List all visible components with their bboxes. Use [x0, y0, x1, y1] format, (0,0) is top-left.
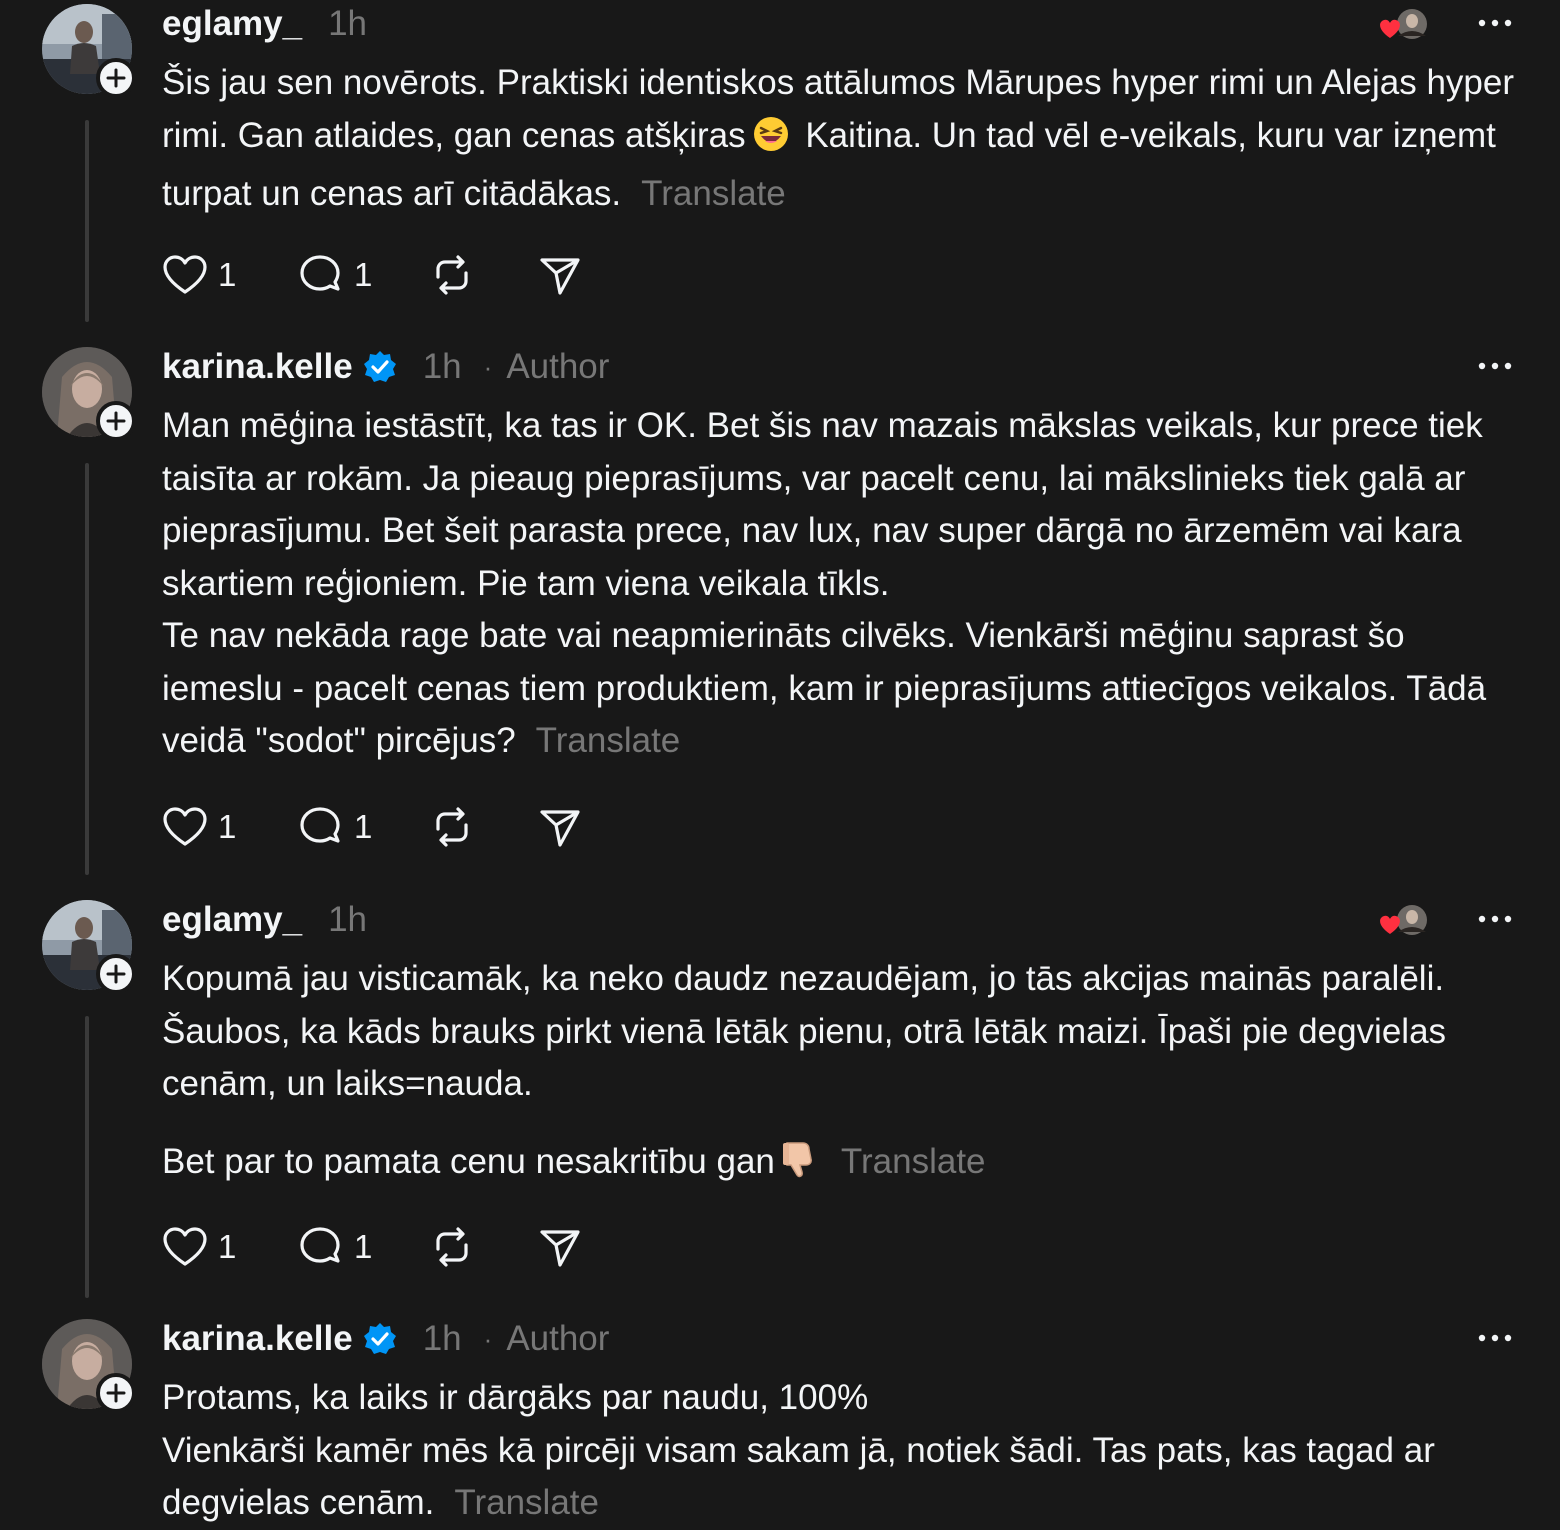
repost-icon: [436, 807, 468, 847]
repost-button[interactable]: [430, 253, 538, 297]
author-label: Author: [506, 347, 610, 386]
verified-badge-icon: [363, 350, 397, 384]
thread-connector-line: [85, 463, 89, 875]
reply-count: 1: [354, 1228, 373, 1265]
heart-icon: [1380, 19, 1400, 38]
more-dots-icon: [1478, 915, 1512, 923]
post-body: Man mēģina iestāstīt, ka tas ir OK. Bet …: [162, 400, 1522, 768]
share-button[interactable]: [538, 805, 582, 849]
heart-icon: [163, 1227, 207, 1266]
translate-link[interactable]: Translate: [454, 1483, 599, 1522]
post-body: Šis jau sen novērots. Praktiski identisk…: [162, 57, 1522, 221]
post-text: Protams, ka laiks ir dārgāks par naudu, …: [162, 1378, 1435, 1522]
post-header: eglamy_ 1h: [162, 896, 367, 944]
timestamp[interactable]: 1h: [328, 900, 367, 940]
timestamp[interactable]: 1h: [328, 4, 367, 44]
comment-bubble-icon: [300, 255, 340, 291]
post-header: eglamy_ 1h: [162, 0, 367, 48]
thread: eglamy_ 1h Šis jau sen novērots. Praktis…: [0, 0, 1560, 1522]
post-body: Kopumā jau visticamāk, ka neko daudz nez…: [162, 953, 1522, 1111]
translate-link[interactable]: Translate: [641, 174, 786, 213]
repost-button[interactable]: [430, 1225, 538, 1269]
reply-count: 1: [354, 808, 373, 845]
repost-icon: [436, 255, 468, 295]
more-options-button[interactable]: [1478, 1323, 1512, 1353]
more-dots-icon: [1478, 362, 1512, 370]
comment-bubble-icon: [300, 807, 340, 843]
reply-button[interactable]: 1: [298, 805, 430, 849]
thumbs-down-emoji: [781, 1139, 815, 1195]
post-actions: 1 1: [162, 802, 582, 852]
timestamp[interactable]: 1h: [423, 1319, 462, 1359]
liked-by-author-indicator: [1376, 902, 1432, 938]
post: karina.kelle 1h · Author Man mēģina iest…: [0, 343, 1560, 883]
post-header: karina.kelle 1h · Author: [162, 1315, 609, 1363]
like-button[interactable]: 1: [162, 254, 298, 296]
plus-icon: [106, 1383, 126, 1403]
avatar-wrap[interactable]: [42, 347, 136, 441]
follow-button[interactable]: [96, 1373, 136, 1413]
post-body: Protams, ka laiks ir dārgāks par naudu, …: [162, 1372, 1522, 1530]
post: eglamy_ 1h Kopumā jau visticamāk, ka nek…: [0, 896, 1560, 1306]
plus-icon: [106, 68, 126, 88]
username[interactable]: karina.kelle: [162, 347, 353, 387]
avatar-wrap[interactable]: [42, 4, 136, 98]
follow-button[interactable]: [96, 401, 136, 441]
liked-by-author-indicator: [1376, 6, 1432, 42]
send-icon: [540, 810, 580, 847]
post-text: Man mēģina iestāstīt, ka tas ir OK. Bet …: [162, 406, 1487, 760]
thread-connector-line: [85, 120, 89, 322]
send-icon: [540, 1230, 580, 1267]
username[interactable]: eglamy_: [162, 4, 302, 44]
more-options-button[interactable]: [1478, 8, 1512, 38]
reply-button[interactable]: 1: [298, 1225, 430, 1269]
separator-dot: ·: [483, 1323, 493, 1354]
like-count: 1: [218, 256, 237, 293]
follow-button[interactable]: [96, 954, 136, 994]
like-count: 1: [218, 808, 237, 845]
avatar-wrap[interactable]: [42, 900, 136, 994]
grinning-squinting-face-emoji: [752, 115, 790, 169]
share-button[interactable]: [538, 1225, 582, 1269]
post: eglamy_ 1h Šis jau sen novērots. Praktis…: [0, 0, 1560, 330]
more-dots-icon: [1478, 1334, 1512, 1342]
post-actions: 1 1: [162, 1222, 582, 1272]
plus-icon: [106, 411, 126, 431]
translate-link[interactable]: Translate: [841, 1142, 986, 1181]
author-label: Author: [506, 1319, 610, 1358]
post: karina.kelle 1h · Author Protams, ka lai…: [0, 1315, 1560, 1522]
like-count: 1: [218, 1228, 237, 1265]
more-options-button[interactable]: [1478, 904, 1512, 934]
heart-icon: [163, 807, 207, 846]
separator-dot: ·: [483, 351, 493, 382]
repost-icon: [436, 1227, 468, 1267]
more-options-button[interactable]: [1478, 351, 1512, 381]
like-button[interactable]: 1: [162, 1226, 298, 1268]
send-icon: [540, 258, 580, 295]
comment-bubble-icon: [300, 1227, 340, 1263]
share-button[interactable]: [538, 253, 582, 297]
heart-icon: [1380, 915, 1400, 934]
verified-badge-icon: [363, 1322, 397, 1356]
like-button[interactable]: 1: [162, 806, 298, 848]
username[interactable]: karina.kelle: [162, 1319, 353, 1359]
repost-button[interactable]: [430, 805, 538, 849]
username[interactable]: eglamy_: [162, 900, 302, 940]
reply-count: 1: [354, 256, 373, 293]
follow-button[interactable]: [96, 58, 136, 98]
more-dots-icon: [1478, 19, 1512, 27]
heart-icon: [163, 255, 207, 294]
plus-icon: [106, 964, 126, 984]
avatar-wrap[interactable]: [42, 1319, 136, 1413]
timestamp[interactable]: 1h: [423, 347, 462, 387]
post-text: Kopumā jau visticamāk, ka neko daudz nez…: [162, 959, 1456, 1103]
post-actions: 1 1: [162, 250, 582, 300]
post-body-second-paragraph: Bet par to pamata cenu nesakritību gan Tr…: [162, 1136, 1522, 1195]
translate-link[interactable]: Translate: [536, 721, 681, 760]
post-text: Bet par to pamata cenu nesakritību gan: [162, 1142, 775, 1181]
post-header: karina.kelle 1h · Author: [162, 343, 609, 391]
thread-connector-line: [85, 1016, 89, 1298]
reply-button[interactable]: 1: [298, 253, 430, 297]
